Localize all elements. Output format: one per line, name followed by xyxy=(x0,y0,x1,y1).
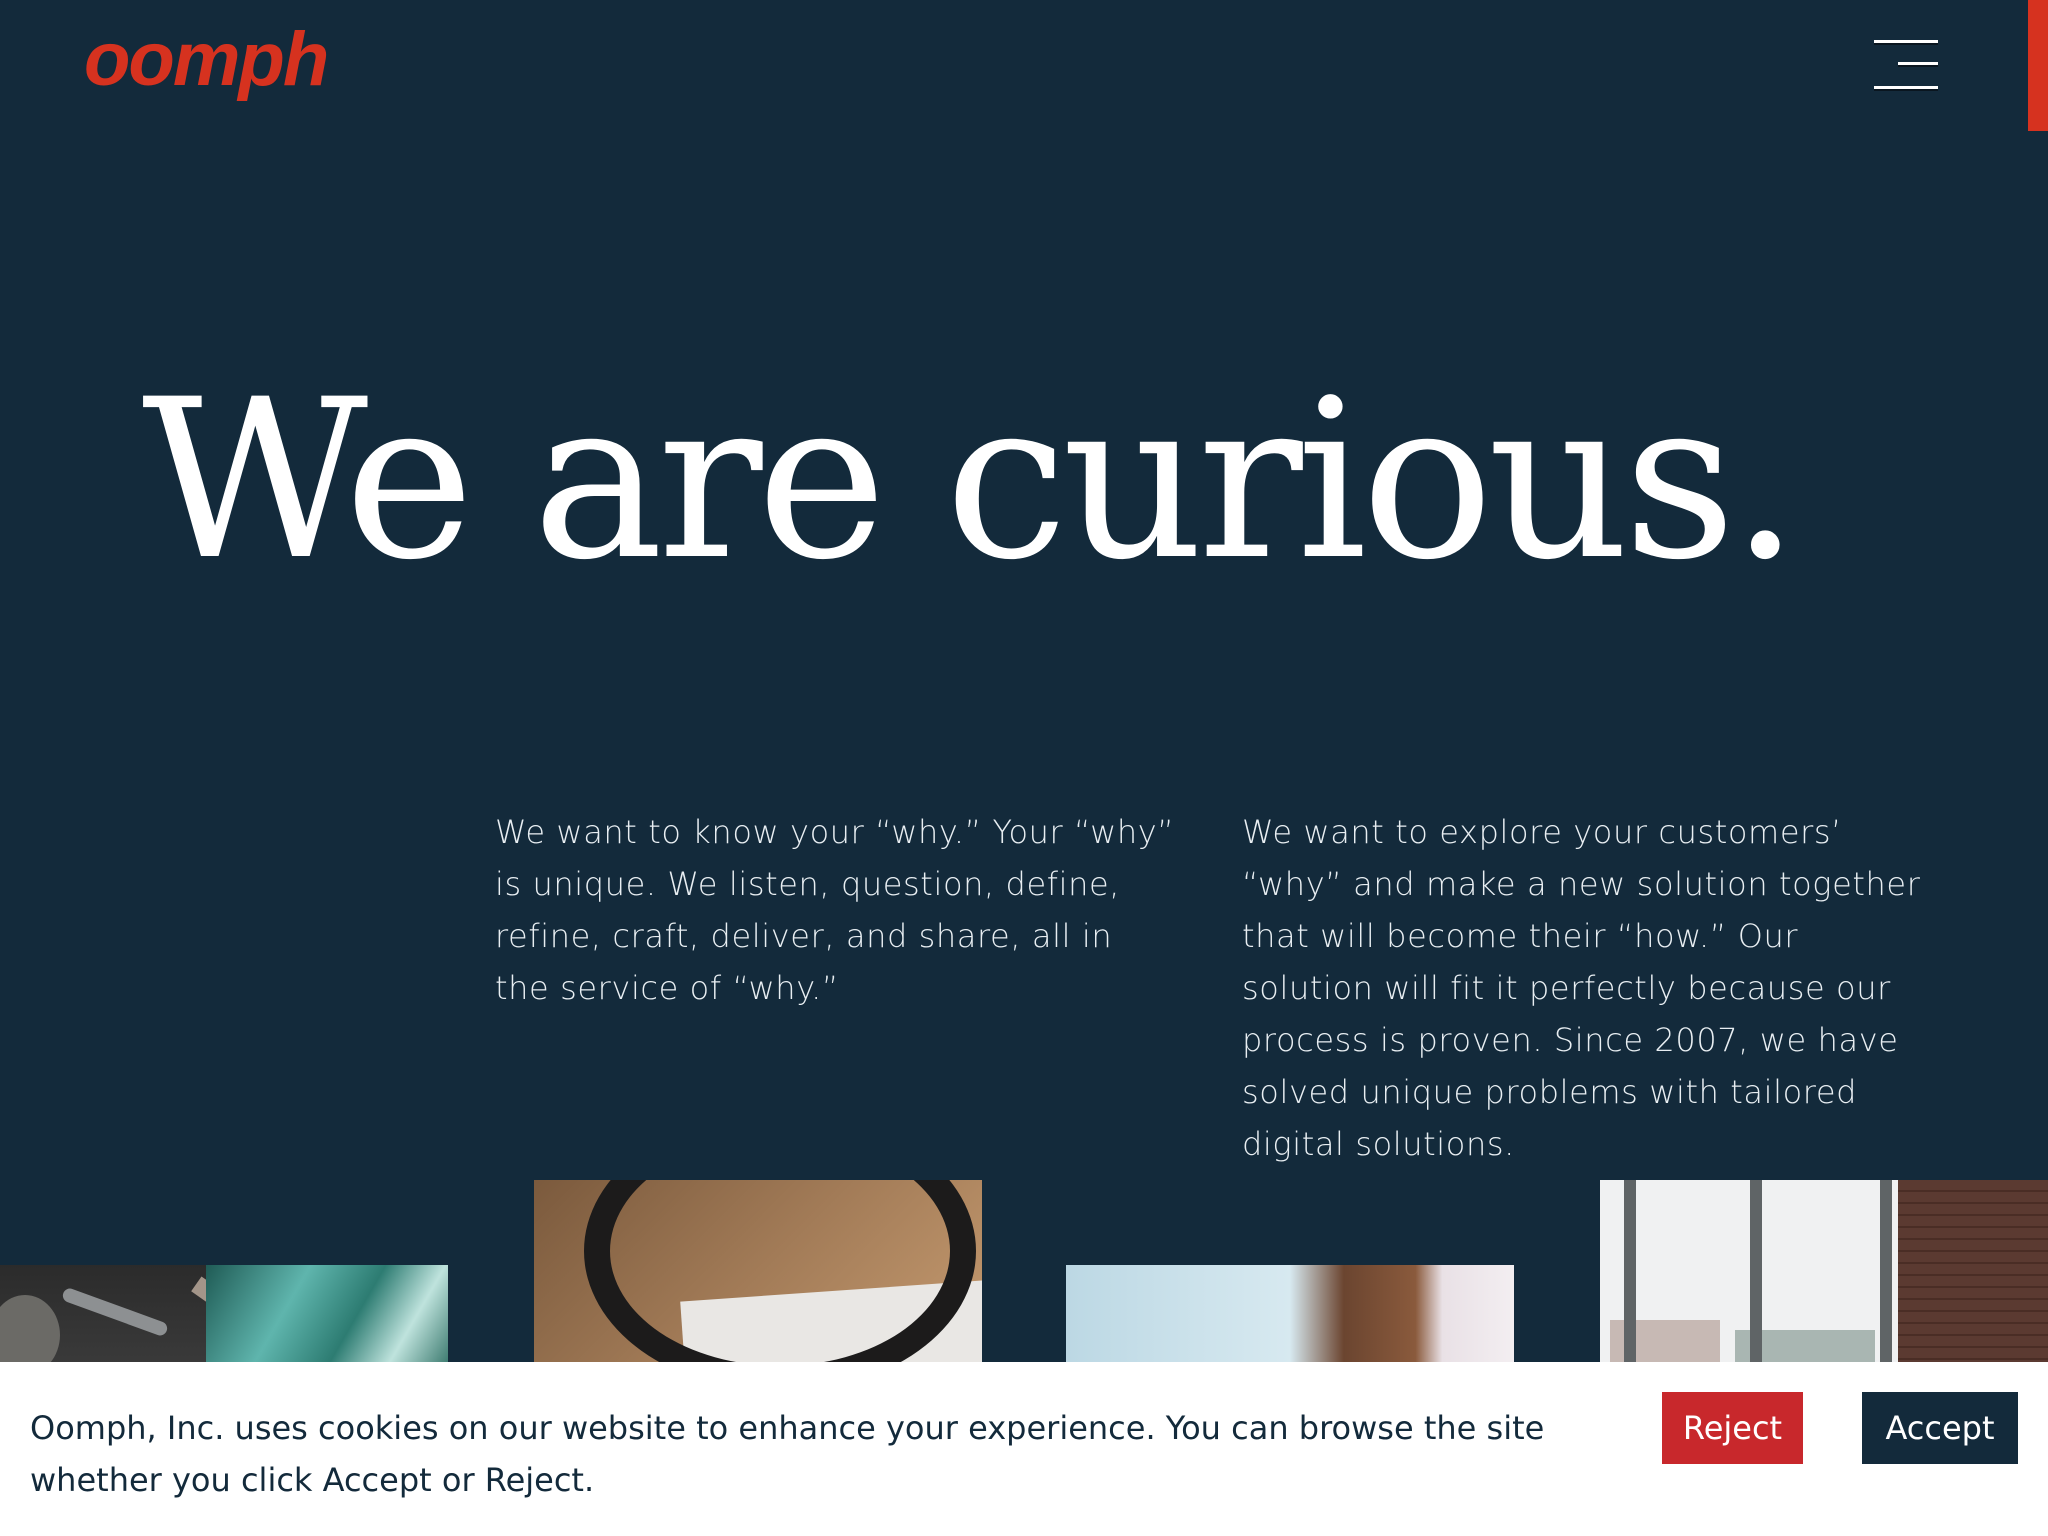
photo-bag-on-floor xyxy=(0,1265,448,1365)
intro-paragraph-right: We want to explore your customers’ “why”… xyxy=(1242,813,1921,1163)
photo-headphones xyxy=(534,1180,982,1365)
menu-bar-middle xyxy=(1898,62,1938,67)
menu-bar-bottom xyxy=(1874,86,1938,91)
photo-rock xyxy=(0,1295,60,1365)
photo-handle xyxy=(60,1286,170,1338)
photo-window-frame xyxy=(1880,1180,1892,1365)
menu-bar-top xyxy=(1874,40,1938,45)
cookie-message: Oomph, Inc. uses cookies on our website … xyxy=(30,1409,1545,1499)
oomph-logo[interactable]: oomph xyxy=(84,22,329,98)
photo-window-frame xyxy=(1750,1180,1762,1365)
photo-headphone-band xyxy=(584,1180,976,1365)
photo-people-shirts xyxy=(1066,1265,1514,1365)
accept-button[interactable]: Accept xyxy=(1862,1392,2018,1464)
cookie-banner: Oomph, Inc. uses cookies on our website … xyxy=(0,1362,2048,1536)
photo-window-frame xyxy=(1624,1180,1636,1365)
photo-teal-bag xyxy=(206,1265,448,1365)
reject-button[interactable]: Reject xyxy=(1662,1392,1803,1464)
intro-paragraph-left: We want to know your “why.” Your “why” i… xyxy=(495,813,1175,1007)
hero-title: We are curious. xyxy=(142,352,1800,608)
edge-accent-tab xyxy=(2028,0,2048,131)
hamburger-menu-icon[interactable] xyxy=(1872,38,1938,94)
photo-brick-wall xyxy=(1898,1180,2048,1365)
photo-window-view xyxy=(1600,1180,2048,1365)
